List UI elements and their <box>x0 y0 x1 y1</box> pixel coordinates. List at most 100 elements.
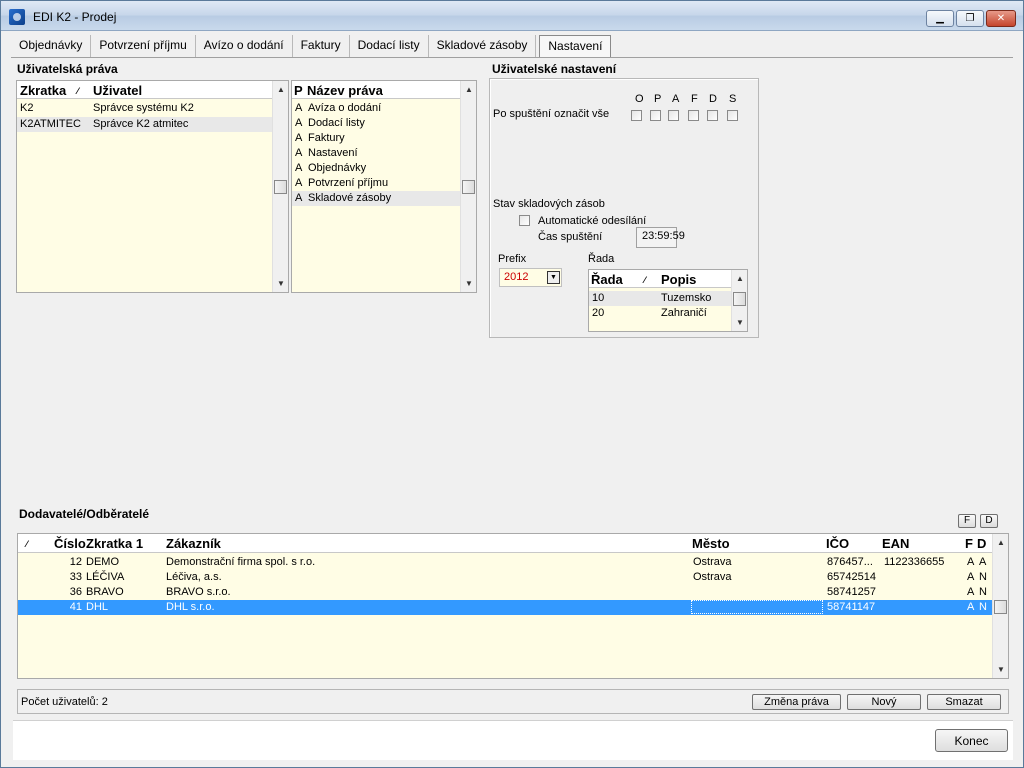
scroll-down-icon[interactable]: ▼ <box>997 665 1005 674</box>
cell-number: 36 <box>69 586 82 598</box>
cell-right-name: Nastavení <box>308 147 358 159</box>
tab-skladove-zasoby[interactable]: Skladové zásoby <box>429 35 537 57</box>
scroll-thumb[interactable] <box>994 600 1007 614</box>
cell-desc: Zahraničí <box>661 307 707 319</box>
column-header-right-name[interactable]: Název práva <box>307 83 383 98</box>
table-row[interactable]: 20 Zahraničí <box>589 306 731 321</box>
cell-right-name: Dodací listy <box>308 117 365 129</box>
column-header-f[interactable]: F <box>965 536 973 551</box>
column-header-d[interactable]: D <box>977 536 986 551</box>
table-row[interactable]: A Dodací listy <box>292 116 460 131</box>
column-header-number[interactable]: Číslo <box>54 536 86 551</box>
rights-grid[interactable]: P Název práva A Avíza o dodání A Dodací li… <box>291 80 477 293</box>
table-row[interactable]: A Faktury <box>292 131 460 146</box>
tab-dodaci-listy[interactable]: Dodací listy <box>350 35 429 57</box>
flag-checkbox-a[interactable] <box>668 110 679 121</box>
close-button[interactable]: Konec <box>935 729 1008 752</box>
table-row[interactable]: 36 BRAVO BRAVO s.r.o. 58741257 A N <box>18 585 992 600</box>
scroll-down-icon[interactable]: ▼ <box>277 279 285 288</box>
minimize-button[interactable]: ▁ <box>926 10 954 27</box>
column-header-abbr[interactable]: Zkratka <box>20 83 66 98</box>
scroll-down-icon[interactable]: ▼ <box>465 279 473 288</box>
column-header-user[interactable]: Uživatel <box>93 83 142 98</box>
table-row[interactable]: 10 Tuzemsko <box>589 291 731 306</box>
new-button[interactable]: Nový <box>847 694 921 710</box>
tab-potvrzeni-prijmu[interactable]: Potvrzení příjmu <box>91 35 196 57</box>
cell-d: N <box>979 571 987 583</box>
scroll-up-icon[interactable]: ▲ <box>997 538 1005 547</box>
column-header-abbr1[interactable]: Zkratka 1 <box>86 536 143 551</box>
cell-p: A <box>295 102 303 114</box>
flag-label-f: F <box>691 93 698 105</box>
cell-abbr: K2 <box>20 102 34 114</box>
flag-label-a: A <box>672 93 680 105</box>
series-grid-scrollbar[interactable]: ▲ ▼ <box>731 270 747 331</box>
users-grid-scrollbar[interactable]: ▲ ▼ <box>272 81 288 292</box>
users-grid[interactable]: Zkratka ⁄ Uživatel K2 Správce systému K2… <box>16 80 289 293</box>
flag-checkbox-d[interactable] <box>707 110 718 121</box>
flag-checkbox-p[interactable] <box>650 110 661 121</box>
column-header-ean[interactable]: EAN <box>882 536 909 551</box>
table-row[interactable]: A Skladové zásoby <box>292 191 460 206</box>
column-header-customer[interactable]: Zákazník <box>166 536 221 551</box>
flag-checkbox-o[interactable] <box>631 110 642 121</box>
scroll-thumb[interactable] <box>274 180 287 194</box>
cell-customer: DHL s.r.o. <box>166 601 215 613</box>
flag-label-p: P <box>654 93 662 105</box>
flag-label-o: O <box>635 93 644 105</box>
scroll-up-icon[interactable]: ▲ <box>277 85 285 94</box>
series-grid[interactable]: Řada ⁄ Popis 10 Tuzemsko 20 Zahraničí ▲ ▼ <box>588 269 748 332</box>
f-filter-button[interactable]: F <box>958 514 976 528</box>
cell-ean: 1122336655 <box>884 556 945 568</box>
partners-grid-header: ⁄ Číslo Zkratka 1 Zákazník Město IČO EAN… <box>18 534 992 553</box>
table-row-selected[interactable]: 41 DHL DHL s.r.o. 58741147 A N <box>18 600 992 615</box>
table-row[interactable]: A Avíza o dodání <box>292 101 460 116</box>
column-header-city[interactable]: Město <box>692 536 730 551</box>
cell-ico: 58741257 <box>827 586 876 598</box>
partners-grid-scrollbar[interactable]: ▲ ▼ <box>992 534 1008 678</box>
flag-checkbox-f[interactable] <box>688 110 699 121</box>
tab-faktury[interactable]: Faktury <box>293 35 350 57</box>
sort-indicator-icon: ⁄ <box>26 539 28 549</box>
change-rights-button[interactable]: Změna práva <box>752 694 841 710</box>
rights-grid-scrollbar[interactable]: ▲ ▼ <box>460 81 476 292</box>
scroll-thumb[interactable] <box>733 292 746 306</box>
auto-send-checkbox[interactable] <box>519 215 530 226</box>
cell-abbr: K2ATMITEC <box>20 118 81 130</box>
cell-p: A <box>295 192 303 204</box>
tab-objednavky[interactable]: Objednávky <box>11 35 92 57</box>
column-header-series[interactable]: Řada <box>591 272 623 287</box>
table-row[interactable]: K2ATMITEC Správce K2 atmitec <box>17 117 272 132</box>
close-window-button[interactable]: ✕ <box>986 10 1016 27</box>
flag-checkbox-s[interactable] <box>727 110 738 121</box>
run-time-field[interactable]: 23:59:59 <box>636 227 685 248</box>
table-row[interactable]: 33 LÉČIVA Léčiva, a.s. Ostrava 65742514 … <box>18 570 992 585</box>
column-header-p[interactable]: P <box>294 83 303 98</box>
partners-grid[interactable]: ⁄ Číslo Zkratka 1 Zákazník Město IČO EAN… <box>17 533 1009 679</box>
chevron-down-icon[interactable]: ▼ <box>547 271 560 284</box>
cell-city-focused[interactable] <box>691 600 823 614</box>
table-row[interactable]: A Potvrzení příjmu <box>292 176 460 191</box>
d-filter-button[interactable]: D <box>980 514 998 528</box>
delete-button[interactable]: Smazat <box>927 694 1001 710</box>
scroll-thumb[interactable] <box>462 180 475 194</box>
stock-section-label: Stav skladových zásob <box>493 198 605 210</box>
scroll-down-icon[interactable]: ▼ <box>736 318 744 327</box>
scroll-up-icon[interactable]: ▲ <box>736 274 744 283</box>
table-row[interactable]: A Nastavení <box>292 146 460 161</box>
table-row[interactable]: K2 Správce systému K2 <box>17 101 272 116</box>
column-header-desc[interactable]: Popis <box>661 272 696 287</box>
column-header-ico[interactable]: IČO <box>826 536 849 551</box>
cell-customer: BRAVO s.r.o. <box>166 586 231 598</box>
scroll-up-icon[interactable]: ▲ <box>465 85 473 94</box>
flag-label-d: D <box>709 93 717 105</box>
restore-button[interactable]: ❐ <box>956 10 984 27</box>
run-time-value: 23:59:59 <box>642 230 685 242</box>
cell-p: A <box>295 117 303 129</box>
table-row[interactable]: A Objednávky <box>292 161 460 176</box>
table-row[interactable]: 12 DEMO Demonstrační firma spol. s r.o. … <box>18 555 992 570</box>
tab-nastaveni[interactable]: Nastavení <box>539 35 612 58</box>
tab-divider <box>11 57 1013 58</box>
auto-send-label: Automatické odesílání <box>538 215 647 227</box>
tab-avizo-o-dodani[interactable]: Avízo o dodání <box>196 35 293 57</box>
